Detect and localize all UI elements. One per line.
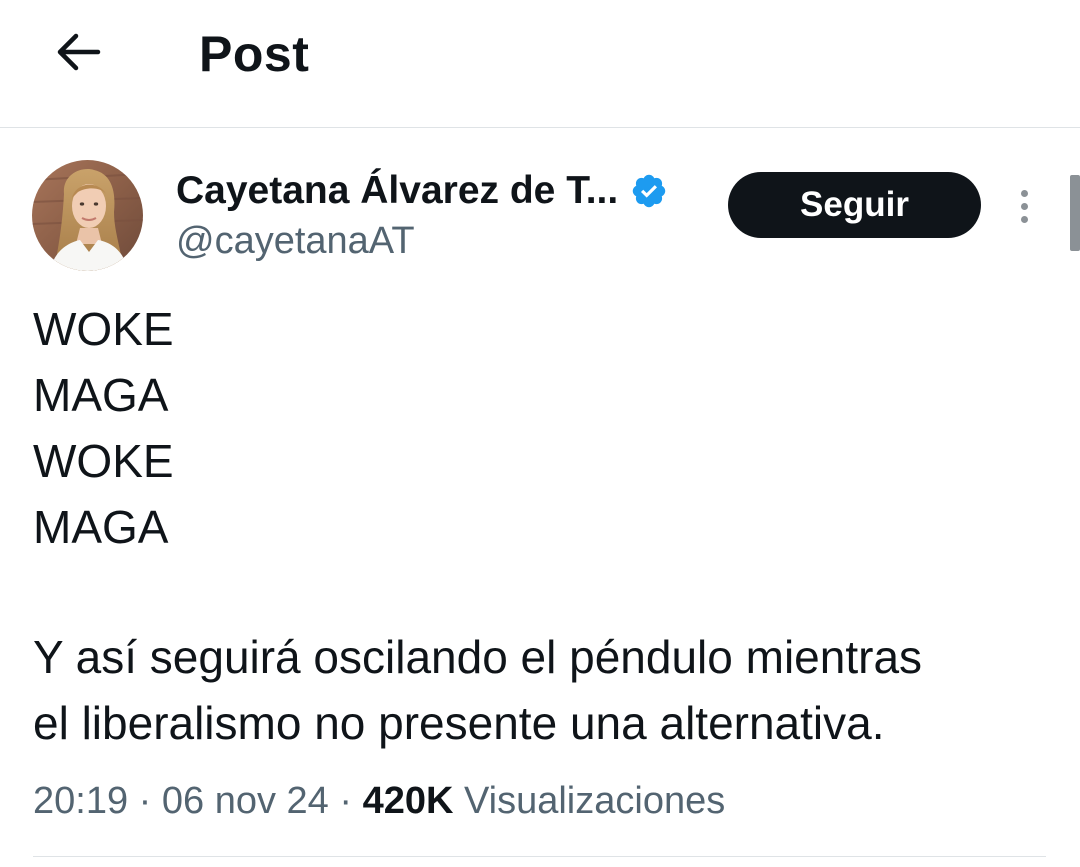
tweet-text-lines: WOKE MAGA WOKE MAGA [33,296,174,560]
meta-separator: · [138,780,152,822]
tweet-time[interactable]: 20:19 [33,780,128,822]
meta-separator: · [339,780,353,822]
more-vertical-icon [1020,202,1028,210]
avatar[interactable] [32,160,143,271]
tweet-body-line: el liberalismo no presente una alternati… [33,697,885,749]
follow-button[interactable]: Seguir [728,172,981,238]
arrow-left-icon [57,33,101,71]
tweet-line: MAGA [33,501,169,553]
divider [33,856,1046,857]
author-name[interactable]: Cayetana Álvarez de T... [176,166,618,216]
tweet-line: MAGA [33,369,169,421]
avatar-photo [32,160,143,271]
views-label[interactable]: Visualizaciones [464,780,725,822]
tweet-date[interactable]: 06 nov 24 [162,780,329,822]
back-button[interactable] [44,22,110,82]
more-vertical-icon [1020,189,1028,197]
more-options-button[interactable] [1004,180,1044,232]
tweet-line: WOKE [33,303,174,355]
top-bar: Post [0,0,1080,128]
more-vertical-icon [1020,215,1028,223]
views-count[interactable]: 420K [363,780,454,822]
page-title: Post [199,26,310,82]
scrollbar[interactable] [1070,175,1080,251]
author-name-row[interactable]: Cayetana Álvarez de T... [176,166,668,216]
tweet-line: WOKE [33,435,174,487]
verified-badge-icon [632,174,666,208]
tweet-meta: 20:19 · 06 nov 24 · 420K Visualizaciones [33,774,725,828]
tweet-body-line: Y así seguirá oscilando el péndulo mient… [33,631,923,683]
tweet-text-body: Y así seguirá oscilando el péndulo mient… [33,624,1053,756]
author-handle[interactable]: @cayetanaAT [176,218,415,264]
